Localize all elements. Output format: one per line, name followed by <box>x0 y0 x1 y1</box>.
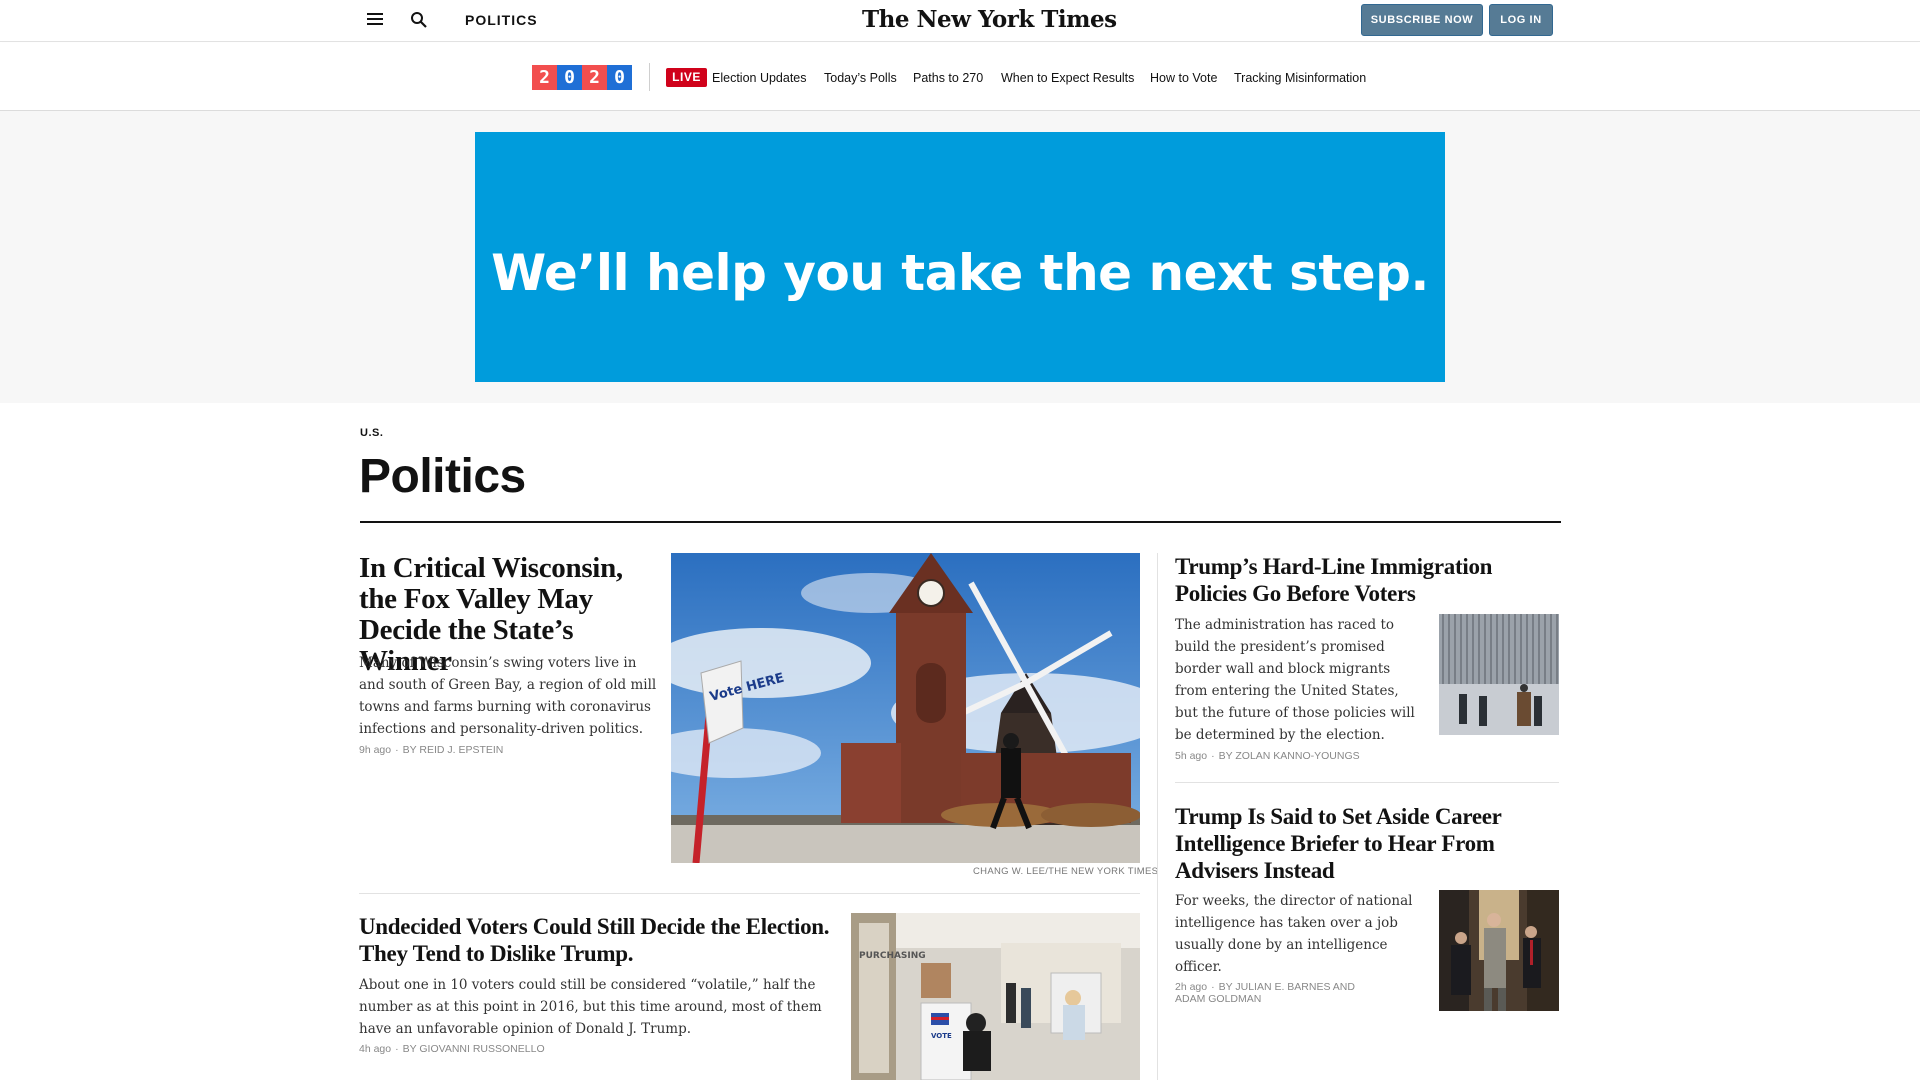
column-divider <box>1157 553 1158 1080</box>
ad-container: We’ll help you take the next step. <box>0 111 1920 403</box>
live-badge[interactable]: LIVE <box>666 68 707 87</box>
story-meta: 5h ago · By ZOLAN KANNO-YOUNGS <box>1175 750 1360 762</box>
story-image-advisers[interactable] <box>1439 890 1559 1011</box>
election-2020-badge[interactable]: 2 0 2 0 <box>532 65 632 90</box>
page-title: Politics <box>359 450 526 503</box>
login-button[interactable]: LOG IN <box>1489 4 1553 36</box>
nav-divider <box>649 63 650 91</box>
nav-link-when-to-expect-results[interactable]: When to Expect Results <box>1001 71 1134 85</box>
story-meta: 9h ago · By REID J. EPSTEIN <box>359 744 504 756</box>
story-time: 5h ago <box>1175 750 1208 762</box>
section-name[interactable]: POLITICS <box>465 12 538 28</box>
image-credit: CHANG W. LEE/THE NEW YORK TIMES <box>973 866 1159 877</box>
story-summary: Many of Wisconsin’s swing voters live in… <box>359 655 657 737</box>
nav-link-todays-polls[interactable]: Today’s Polls <box>824 71 897 85</box>
purchasing-sign: PURCHASING <box>859 951 926 961</box>
badge-digit: 0 <box>607 65 632 90</box>
story-time: 2h ago <box>1175 981 1208 993</box>
story-time: 9h ago <box>359 744 392 756</box>
story-byline: By ZOLAN KANNO-YOUNGS <box>1218 750 1360 762</box>
title-divider <box>360 521 1561 523</box>
ad-text: We’ll help you take the next step. <box>491 244 1429 302</box>
story-time: 4h ago <box>359 1043 392 1055</box>
story-image-border-wall[interactable] <box>1439 614 1559 735</box>
breadcrumb-us[interactable]: U.S. <box>360 427 383 439</box>
story-summary: The administration has raced to build th… <box>1175 617 1415 743</box>
right-column-divider <box>1175 782 1559 783</box>
story-image-polling-place[interactable]: PURCHASING VOTE <box>851 913 1140 1080</box>
menu-icon[interactable] <box>367 13 383 27</box>
search-icon[interactable] <box>410 11 428 29</box>
story-summary: For weeks, the director of national inte… <box>1175 893 1413 975</box>
story-headline-immigration[interactable]: Trump’s Hard-Line Immigration Policies G… <box>1175 553 1565 607</box>
story-summary: About one in 10 voters could still be co… <box>359 977 822 1037</box>
nav-link-tracking-misinformation[interactable]: Tracking Misinformation <box>1234 71 1366 85</box>
story-image-wisconsin-clock-tower[interactable]: Vote HERE <box>671 553 1140 863</box>
masthead: POLITICS The New York Times SUBSCRIBE NO… <box>0 0 1920 42</box>
ad-banner[interactable]: We’ll help you take the next step. <box>475 132 1445 382</box>
story-byline: By GIOVANNI RUSSONELLO <box>402 1043 545 1055</box>
election-nav: 2 0 2 0 LIVE Election Updates Today’s Po… <box>0 43 1920 111</box>
story-meta: 2h ago · By JULIAN E. BARNES and ADAM GOLD… <box>1175 981 1355 1005</box>
nav-link-election-updates[interactable]: Election Updates <box>712 71 807 85</box>
story-byline: By REID J. EPSTEIN <box>402 744 504 756</box>
row-divider <box>359 893 1140 894</box>
badge-digit: 0 <box>557 65 582 90</box>
nav-link-how-to-vote[interactable]: How to Vote <box>1150 71 1217 85</box>
story-meta: 4h ago · By GIOVANNI RUSSONELLO <box>359 1043 545 1055</box>
nyt-logo[interactable]: The New York Times <box>862 6 1117 33</box>
nav-link-paths-to-270[interactable]: Paths to 270 <box>913 71 983 85</box>
story-headline-intelligence-briefer[interactable]: Trump Is Said to Set Aside Career Intell… <box>1175 803 1565 884</box>
story-headline-undecided-voters[interactable]: Undecided Voters Could Still Decide the … <box>359 913 839 967</box>
vote-booth-label: VOTE <box>931 1032 952 1040</box>
badge-digit: 2 <box>532 65 557 90</box>
subscribe-button[interactable]: SUBSCRIBE NOW <box>1361 4 1483 36</box>
badge-digit: 2 <box>582 65 607 90</box>
